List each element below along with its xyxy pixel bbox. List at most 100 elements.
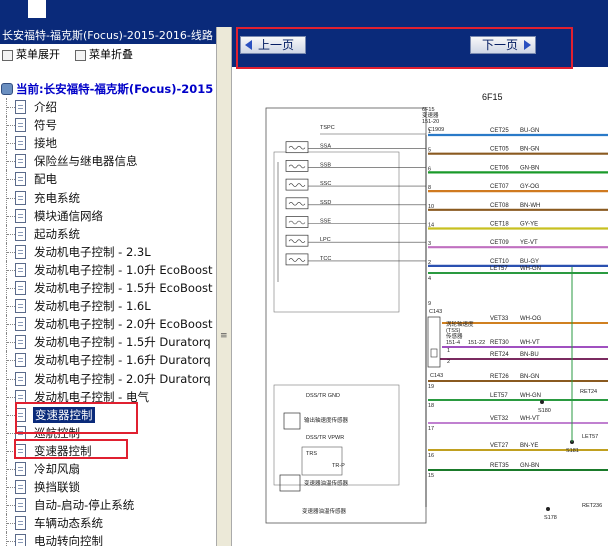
wire-code: CET07 [490,184,509,190]
tree-item[interactable]: 发动机电子控制 - 2.0升 EcoBoost [0,315,216,334]
dss-gnd-label: DSS/TR GND [306,393,340,399]
tss-label-3: 传感器 [446,332,463,340]
tree-item[interactable]: 接地 [0,134,216,153]
wire-code: VET33 [490,316,509,322]
expand-menu-button[interactable]: 菜单展开 [2,47,60,63]
pin-number: 18 [428,403,434,409]
tree-item[interactable]: 发动机电子控制 - 1.5升 Duratorq [0,333,216,352]
tree-item[interactable]: 发动机电子控制 - 2.3L [0,242,216,261]
wire-code: CET10 [490,259,509,265]
document-icon [15,516,26,531]
splice-s180-dot [540,400,544,404]
wire-color-code: BU-GN [520,128,539,134]
collapse-menu-button[interactable]: 菜单折叠 [75,47,133,63]
tss-label-4: 151-4 [446,340,460,346]
document-icon [15,244,26,259]
wire-color-code: GY-YE [520,222,538,228]
wire-code: CET06 [490,165,509,171]
dss-vpwr-label: DSS/TR VPWR [306,435,344,441]
expand-icon [2,49,13,61]
tree-item[interactable]: 介绍 [0,98,216,116]
wire-color-code: GN-BN [520,463,539,469]
wire-code: LET57 [490,393,508,399]
document-icon [15,462,26,476]
tree-item-label: 发动机电子控制 - 2.0升 Duratorq [34,371,211,386]
wire-code: RET26 [490,374,509,380]
wire-color-code: BN-GN [520,147,539,153]
tree-item[interactable]: 自动-启动-停止系统 [0,496,216,515]
tree-item-label: 冷却风扇 [34,462,80,476]
document-icon [15,172,26,187]
output-speed-sensor-icon [283,412,301,430]
tree-item[interactable]: 保险丝与继电器信息 [0,152,216,171]
wire-code: CET18 [490,222,509,228]
tree-item[interactable]: 模块通信网络 [0,206,216,225]
tree-root[interactable]: 当前:长安福特-福克斯(Focus)-2015 [0,80,213,98]
tree-item-label: 发动机电子控制 - 1.5升 Duratorq [34,335,211,350]
splice-s180: S180 [538,408,551,414]
wire-color-code: WH-GN [520,266,541,272]
wire-color-code: WH-VT [520,416,540,422]
tree-item-label: 保险丝与继电器信息 [34,154,138,169]
tree-item[interactable]: 换挡联锁 [0,478,216,497]
wire-code: CET08 [490,203,509,209]
splice-s178-dot [546,507,550,511]
tree-item-label: 接地 [34,136,57,151]
wire-color-code: YE-VT [520,240,538,246]
tree-item[interactable]: 电动转向控制 [0,532,216,546]
tree-item[interactable]: 符号 [0,116,216,135]
collapse-icon [75,49,86,61]
tree-item[interactable]: 冷却风扇 [0,460,216,478]
tree-item[interactable]: 发动机电子控制 - 1.6L [0,297,216,316]
highlight-box-transmission-item [14,439,128,459]
wire-color-code: GN-BN [520,165,539,171]
tree-item-label: 起动系统 [34,226,80,241]
tree-item-label: 车辆动态系统 [34,516,103,531]
document-icon [15,534,26,546]
document-icon [15,100,26,114]
tree-item[interactable]: 起动系统 [0,224,216,243]
pin-9-label: 9 [428,301,431,307]
tree-item-label: 模块通信网络 [34,208,103,223]
document-icon [15,226,26,241]
trp-label: TR-P [332,463,345,469]
ret236: RET236 [582,503,602,509]
tree-item-label: 发动机电子控制 - 1.6L [34,299,151,314]
wire-code: CET09 [490,240,509,246]
diagram-pane: 上一页 下一页 6F15 6F15 变速器 151-20 C1909 TSPC 1… [232,27,608,546]
tree-item-label: 介绍 [34,100,57,114]
wire-code: VET27 [490,443,509,449]
highlight-box-nav [236,27,573,69]
wire-color-code: BN-GN [520,374,539,380]
tree-item[interactable]: 发动机电子控制 - 1.6升 Duratorq [0,351,216,370]
splice-s178: S178 [544,515,557,521]
wire-code: CET05 [490,147,509,153]
tree-item[interactable]: 发动机电子控制 - 1.0升 EcoBoost [0,260,216,279]
document-icon [15,136,26,151]
tree-item[interactable]: 发动机电子控制 - 2.0升 Duratorq [0,369,216,388]
document-icon [15,281,26,295]
document-icon [15,190,26,205]
tree-item[interactable]: 车辆动态系统 [0,514,216,533]
wire-code: VET32 [490,416,509,422]
document-icon [15,335,26,350]
tss-sensor-body [427,316,441,368]
trs-label: TRS [306,451,317,457]
pin-number: 15 [428,473,434,479]
document-icon [15,371,26,386]
tree-item-label: 发动机电子控制 - 1.5升 EcoBoost [34,281,213,295]
document-icon [15,154,26,169]
tree-item[interactable]: 充电系统 [0,188,216,207]
page-nav-bar: 上一页 下一页 [232,27,608,69]
document-icon [15,299,26,314]
pane-splitter[interactable]: ≡ [216,27,232,546]
tree-item[interactable]: 发动机电子控制 - 1.5升 EcoBoost [0,279,216,297]
book-icon [1,83,13,95]
pin-number: 17 [428,426,434,432]
tree-toolbar: 菜单展开 菜单折叠 [0,46,216,64]
tree-item[interactable]: 配电 [0,170,216,189]
wire-color-code: BU-GY [520,259,539,265]
bottom-label: 变速器油温传感器 [302,507,347,515]
left-navigation-pane: 长安福特-福克斯(Focus)-2015-2016-线路 菜单展开 菜单折叠 当… [0,27,216,546]
c143-label: C143 [429,309,442,315]
